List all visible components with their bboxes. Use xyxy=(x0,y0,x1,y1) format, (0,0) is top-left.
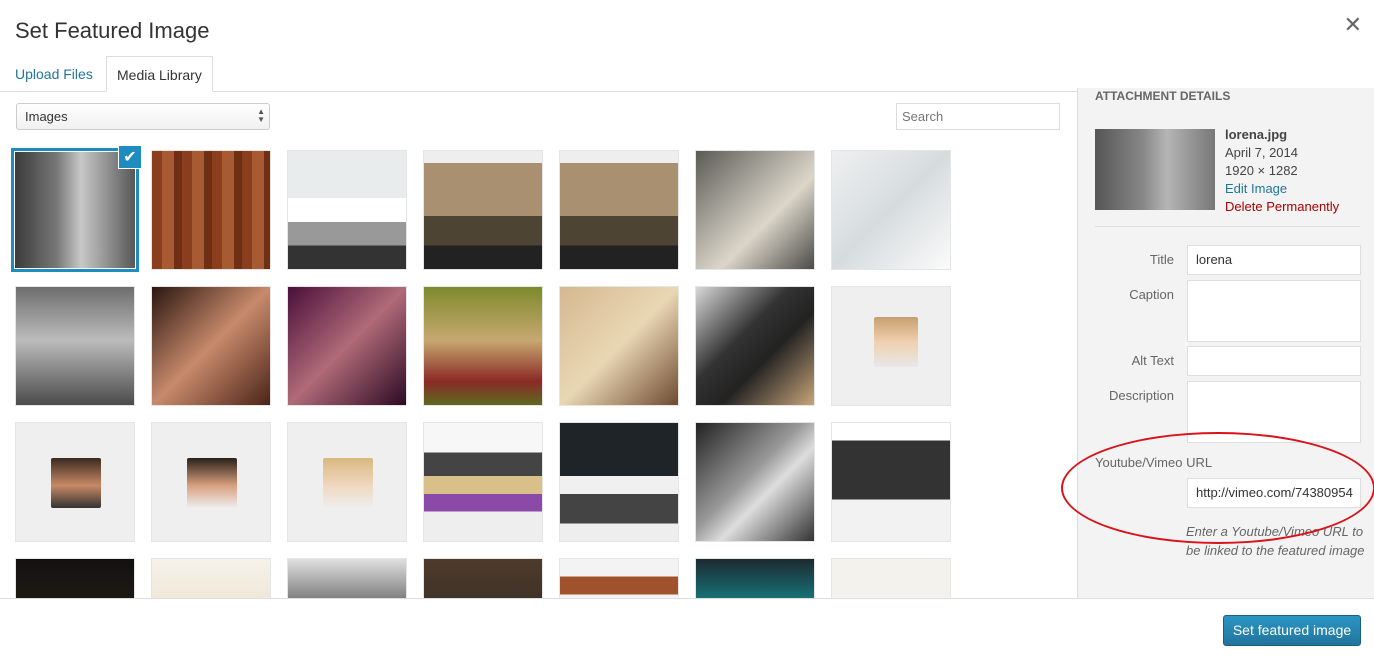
attachment-date: April 7, 2014 xyxy=(1225,145,1298,160)
set-featured-image-button[interactable]: Set featured image xyxy=(1223,615,1361,646)
attachment-portfolio-dark[interactable] xyxy=(559,422,679,542)
title-field[interactable]: lorena xyxy=(1187,245,1361,275)
attachment-portfolio-grid[interactable] xyxy=(423,422,543,542)
attachment-street-site-2[interactable] xyxy=(559,150,679,270)
modal-title: Set Featured Image xyxy=(15,18,210,43)
tab-bar: Upload Files Media Library xyxy=(0,56,1077,92)
attachment-women-papers[interactable] xyxy=(695,150,815,270)
attachment-portfolio-site[interactable] xyxy=(287,150,407,270)
attachment-beach-woman[interactable] xyxy=(15,286,135,406)
check-icon[interactable]: ✔ xyxy=(118,145,142,169)
attachment-laptop-coffee[interactable] xyxy=(695,286,815,406)
attachment-details-heading: ATTACHMENT DETAILS xyxy=(1095,89,1231,103)
title-label: Title xyxy=(1149,252,1174,267)
attachment-avatar-man-1[interactable] xyxy=(15,422,135,542)
attachment-woman-purple[interactable] xyxy=(287,286,407,406)
filter-value: Images xyxy=(25,109,68,124)
media-modal: Set Featured Image ✕ Upload Files Media … xyxy=(0,0,1374,662)
attachment-preview-image xyxy=(1095,129,1215,210)
avatar xyxy=(187,458,237,508)
attachment-wood[interactable] xyxy=(151,150,271,270)
alt-text-field[interactable] xyxy=(1187,346,1361,376)
attachment-woman-portrait[interactable] xyxy=(151,286,271,406)
attachment-fashion-site[interactable] xyxy=(695,422,815,542)
description-label: Description xyxy=(1108,388,1174,403)
attachment-clothes[interactable] xyxy=(287,558,407,598)
attachment-dimensions: 1920 × 1282 xyxy=(1225,163,1298,178)
modal-footer: Set featured image xyxy=(0,598,1374,662)
caption-field[interactable] xyxy=(1187,280,1361,342)
avatar xyxy=(323,458,373,508)
attachment-phone-book[interactable] xyxy=(831,150,951,270)
close-icon[interactable]: ✕ xyxy=(1344,12,1362,38)
edit-image-link[interactable]: Edit Image xyxy=(1225,180,1339,198)
caption-label: Caption xyxy=(1129,287,1174,302)
divider xyxy=(1095,226,1360,227)
select-arrows-icon: ▲ ▼ xyxy=(257,107,265,124)
search-input[interactable] xyxy=(896,103,1060,130)
attachment-filename: lorena.jpg xyxy=(1225,127,1288,142)
attachment-lorena[interactable]: ✔ xyxy=(11,145,142,272)
attachment-devices[interactable] xyxy=(831,422,951,542)
attachment-tablet-dark[interactable] xyxy=(15,558,135,598)
attachment-avatar-man-2[interactable] xyxy=(151,422,271,542)
avatar xyxy=(874,317,918,367)
attachments-grid: ✔ xyxy=(0,145,1077,598)
attachment-meta: lorena.jpg April 7, 2014 1920 × 1282 Edi… xyxy=(1225,126,1339,216)
attachment-mintosh[interactable] xyxy=(695,558,815,598)
tab-upload-files[interactable]: Upload Files xyxy=(5,56,103,92)
attachment-blank[interactable] xyxy=(831,558,951,598)
annotation-ellipse xyxy=(1061,432,1374,544)
avatar xyxy=(51,458,101,508)
media-type-filter[interactable]: Images ▲ ▼ xyxy=(16,103,270,130)
attachment-wood-bar[interactable] xyxy=(559,558,679,598)
attachment-avatar-woman[interactable] xyxy=(831,286,951,406)
attachment-street-site[interactable] xyxy=(423,150,543,270)
alt-text-label: Alt Text xyxy=(1131,353,1174,368)
delete-permanently-link[interactable]: Delete Permanently xyxy=(1225,198,1339,216)
attachment-leather[interactable] xyxy=(423,558,543,598)
attachment-woman-grass[interactable] xyxy=(423,286,543,406)
attachment-avatar-woman-2[interactable] xyxy=(287,422,407,542)
attachment-woman-lying[interactable] xyxy=(559,286,679,406)
attachment-floating-objects[interactable] xyxy=(151,558,271,598)
tab-media-library[interactable]: Media Library xyxy=(106,56,213,92)
